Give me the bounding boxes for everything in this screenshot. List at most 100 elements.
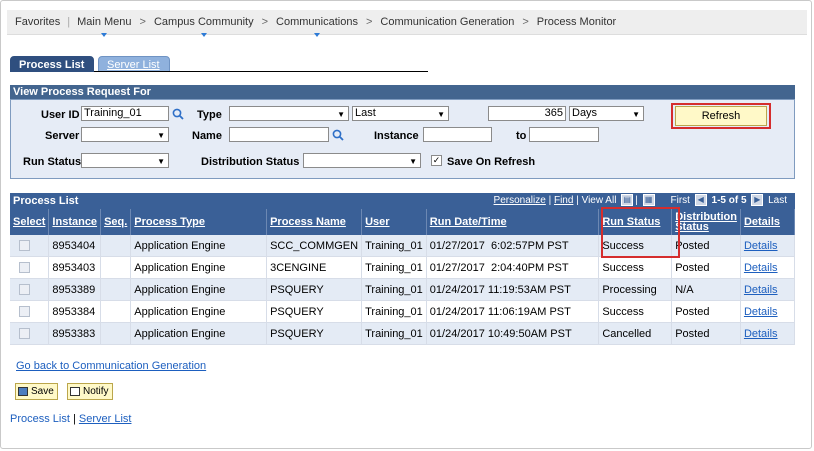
- breadcrumb-communications[interactable]: Communications: [274, 16, 360, 37]
- distribution-status-cell: Posted: [671, 322, 741, 345]
- details-link[interactable]: Details: [740, 300, 796, 323]
- run-status-cell: Processing: [598, 278, 673, 301]
- chevron-right-icon: >: [365, 16, 373, 28]
- breadcrumb-divider: |: [67, 16, 71, 28]
- distribution-status-cell: Posted: [671, 256, 741, 279]
- process-name-cell: PSQUERY: [266, 300, 363, 323]
- type-select[interactable]: [229, 106, 349, 121]
- notify-button-label: Notify: [83, 386, 109, 397]
- user-cell: Training_01: [361, 278, 427, 301]
- seq-cell: [100, 300, 132, 323]
- breadcrumb-process-monitor[interactable]: Process Monitor: [535, 16, 618, 28]
- save-button[interactable]: Save: [15, 383, 58, 400]
- grid-navigation: Personalize | Find | View All ▤ | ▦ First…: [493, 194, 787, 207]
- instance-from-input[interactable]: [423, 127, 492, 142]
- tab-process-list[interactable]: Process List: [10, 56, 94, 72]
- details-link[interactable]: Details: [740, 278, 796, 301]
- breadcrumb-communications-label: Communications: [276, 16, 358, 28]
- distribution-status-select[interactable]: [303, 153, 421, 168]
- server-label: Server: [45, 130, 80, 142]
- footer-process-list-link[interactable]: Process List: [10, 413, 70, 425]
- footer-divider: |: [72, 413, 76, 425]
- select-cell: [10, 256, 50, 279]
- column-header-seq[interactable]: Seq.: [100, 209, 132, 235]
- find-link[interactable]: Find: [554, 195, 573, 206]
- search-icon[interactable]: [332, 129, 344, 141]
- run-status-select[interactable]: [81, 153, 169, 168]
- save-button-label: Save: [31, 386, 54, 397]
- chevron-down-icon: [101, 33, 108, 37]
- chevron-right-icon: >: [139, 16, 146, 28]
- personalize-link[interactable]: Personalize: [494, 195, 546, 206]
- process-name-cell: 3CENGINE: [266, 256, 363, 279]
- footer-server-list-link[interactable]: Server List: [79, 413, 132, 425]
- search-icon[interactable]: [172, 108, 184, 120]
- row-select-checkbox[interactable]: [19, 306, 30, 317]
- column-header-select[interactable]: Select: [10, 209, 50, 235]
- next-icon[interactable]: ▶: [751, 194, 764, 207]
- column-header-distribution-status[interactable]: Distribution Status: [671, 209, 741, 235]
- row-select-checkbox[interactable]: [19, 328, 30, 339]
- row-select-checkbox[interactable]: [19, 284, 30, 295]
- refresh-button[interactable]: Refresh: [675, 106, 767, 126]
- run-datetime-cell: 01/24/2017 11:06:19AM PST: [426, 300, 600, 323]
- column-header-instance[interactable]: Instance: [48, 209, 102, 235]
- unit-select[interactable]: Days: [569, 106, 644, 121]
- user-cell: Training_01: [361, 322, 427, 345]
- select-cell: [10, 322, 50, 345]
- process-type-cell: Application Engine: [130, 300, 268, 323]
- first-link[interactable]: First: [671, 195, 690, 206]
- seq-cell: [100, 235, 132, 257]
- column-header-process-name[interactable]: Process Name: [266, 209, 363, 235]
- details-link[interactable]: Details: [740, 322, 796, 345]
- breadcrumb-campus-community[interactable]: Campus Community: [152, 16, 256, 37]
- table-header-row: Select Instance Seq. Process Type Proces…: [10, 209, 796, 235]
- chevron-down-icon: [314, 33, 320, 37]
- breadcrumb-campus-community-label: Campus Community: [153, 16, 254, 28]
- column-header-run-status[interactable]: Run Status: [598, 209, 673, 235]
- previous-icon[interactable]: ◀: [694, 194, 707, 207]
- distribution-status-cell: Posted: [671, 235, 741, 257]
- user-cell: Training_01: [361, 256, 427, 279]
- seq-cell: [100, 278, 132, 301]
- view-all-link[interactable]: View All: [582, 195, 617, 206]
- details-link[interactable]: Details: [740, 235, 796, 257]
- last-select[interactable]: Last: [352, 106, 449, 121]
- user-id-label: User ID: [41, 109, 80, 121]
- last-link[interactable]: Last: [768, 195, 787, 206]
- to-label: to: [516, 130, 527, 142]
- breadcrumb-main-menu[interactable]: Main Menu: [75, 16, 133, 37]
- save-on-refresh-checkbox[interactable]: ✓: [431, 155, 442, 166]
- instance-cell: 8953389: [48, 278, 102, 301]
- column-header-details[interactable]: Details: [740, 209, 796, 235]
- breadcrumb-communication-generation[interactable]: Communication Generation: [378, 16, 516, 28]
- instance-cell: 8953383: [48, 322, 102, 345]
- column-header-run-datetime[interactable]: Run Date/Time: [426, 209, 600, 235]
- column-header-user[interactable]: User: [361, 209, 427, 235]
- chevron-right-icon: >: [522, 16, 529, 28]
- name-input[interactable]: [229, 127, 329, 142]
- breadcrumb: Favorites | Main Menu > Campus Community…: [7, 10, 807, 37]
- user-id-input[interactable]: Training_01: [81, 106, 169, 121]
- name-label: Name: [192, 130, 222, 142]
- process-type-cell: Application Engine: [130, 235, 268, 257]
- table-row: 8953389 Application Engine PSQUERY Train…: [10, 278, 796, 301]
- column-header-process-type[interactable]: Process Type: [130, 209, 268, 235]
- go-back-link[interactable]: Go back to Communication Generation: [16, 360, 206, 372]
- tab-server-list[interactable]: Server List: [98, 56, 170, 72]
- user-cell: Training_01: [361, 300, 427, 323]
- last-count-input[interactable]: 365: [488, 106, 566, 121]
- instance-to-input[interactable]: [529, 127, 599, 142]
- notify-button[interactable]: Notify: [67, 383, 113, 400]
- instance-cell: 8953384: [48, 300, 102, 323]
- row-select-checkbox[interactable]: [19, 240, 30, 251]
- server-select[interactable]: [81, 127, 169, 142]
- grid-icon[interactable]: ▦: [642, 194, 655, 207]
- instance-label: Instance: [374, 130, 419, 142]
- run-status-cell: Success: [598, 256, 673, 279]
- download-icon[interactable]: ▤: [621, 194, 634, 207]
- footer-links: Process List | Server List: [10, 413, 131, 425]
- details-link[interactable]: Details: [740, 256, 796, 279]
- row-select-checkbox[interactable]: [19, 262, 30, 273]
- breadcrumb-favorites[interactable]: Favorites: [13, 16, 62, 28]
